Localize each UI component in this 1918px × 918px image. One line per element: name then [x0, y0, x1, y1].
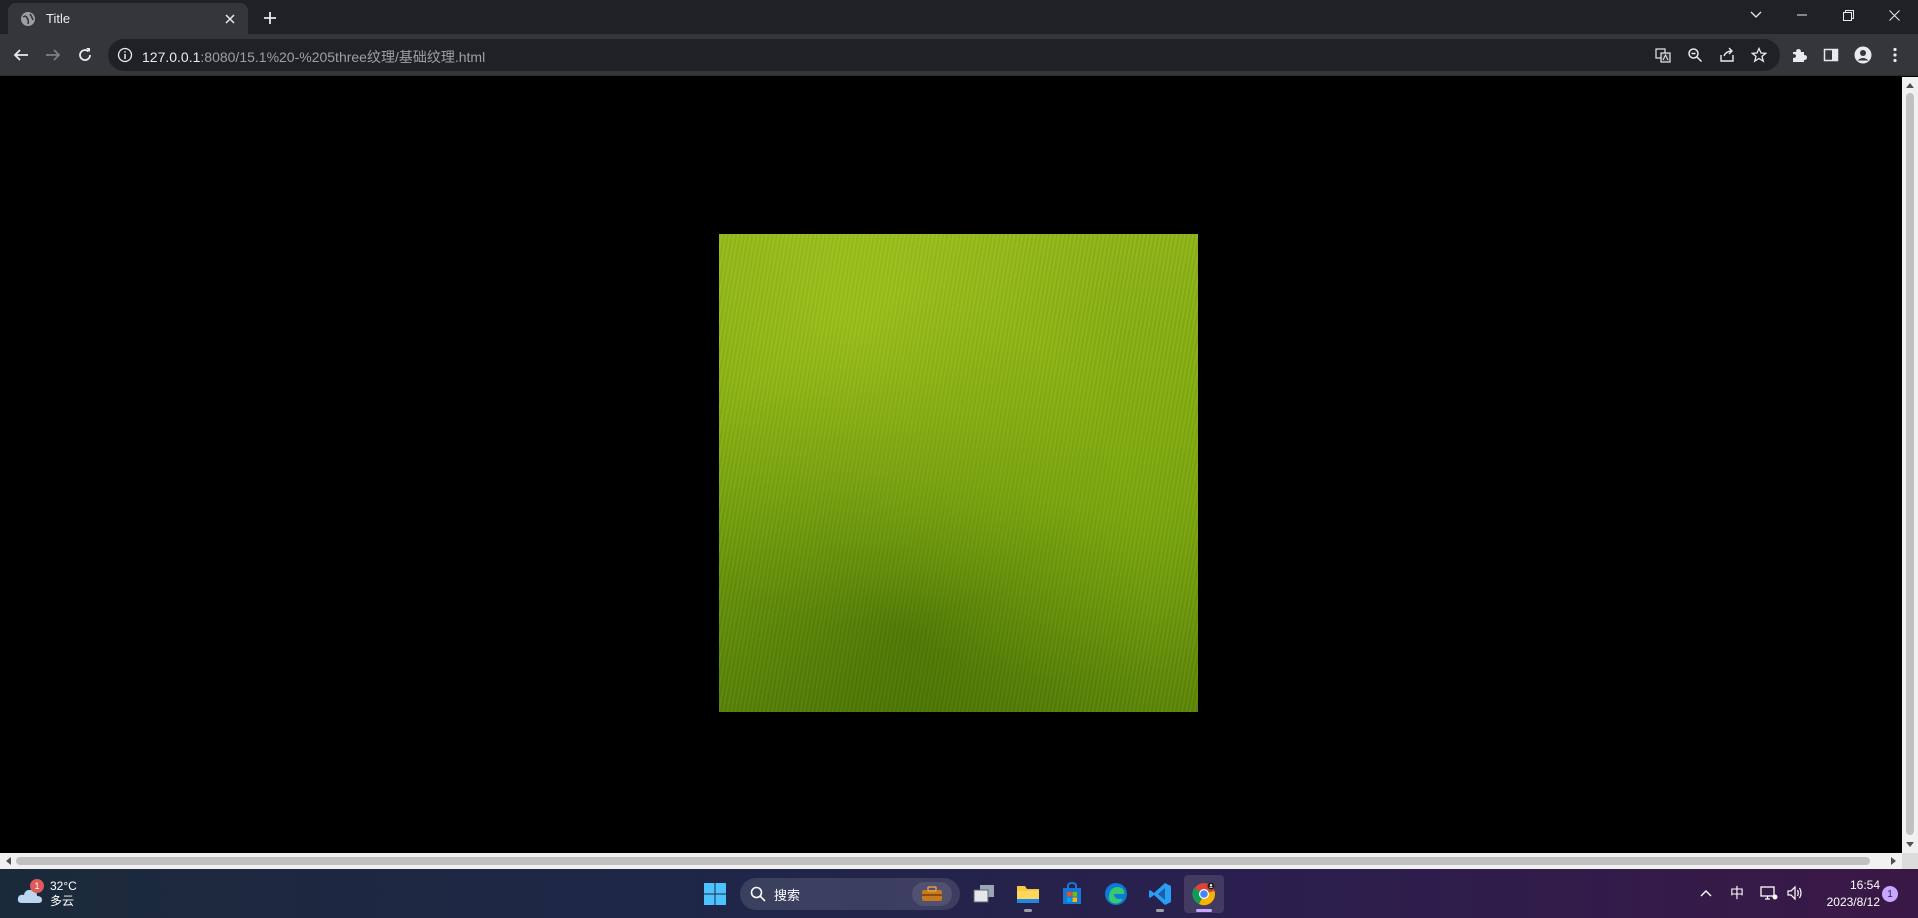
- arrow-left-icon: [13, 49, 28, 61]
- start-button[interactable]: [695, 875, 735, 913]
- bookmark-star-icon[interactable]: [1750, 46, 1768, 64]
- chrome-browser-icon: [1192, 882, 1215, 906]
- tab-search-button[interactable]: [1733, 0, 1779, 30]
- forward-button[interactable]: [39, 41, 67, 69]
- vscode-button[interactable]: [1140, 875, 1180, 913]
- task-view-icon: [973, 885, 994, 903]
- chevron-up-icon: [1700, 890, 1712, 897]
- edge-browser-icon: [1105, 883, 1127, 905]
- vertical-scroll-thumb[interactable]: [1906, 93, 1914, 835]
- running-indicator: [1024, 909, 1032, 912]
- folder-icon: [1017, 886, 1039, 903]
- extensions-puzzle-icon[interactable]: [1787, 43, 1811, 67]
- globe-icon: [21, 11, 35, 26]
- grass-texture-plane: [719, 234, 1198, 712]
- cloud-icon: 1: [16, 879, 46, 909]
- vscode-icon: [1149, 883, 1171, 905]
- page-viewport: [0, 77, 1902, 853]
- search-icon: [750, 886, 766, 902]
- menu-kebab-icon[interactable]: [1883, 43, 1907, 67]
- url-path: :8080/15.1%20-%205three纹理/基础纹理.html: [200, 49, 486, 65]
- tab-title-page[interactable]: Title: [8, 3, 248, 34]
- tab-close-icon[interactable]: [220, 9, 240, 29]
- weather-desc: 多云: [50, 894, 75, 908]
- file-explorer-button[interactable]: [1008, 875, 1048, 913]
- side-panel-icon[interactable]: [1819, 43, 1843, 67]
- scroll-down-icon[interactable]: [1902, 837, 1918, 853]
- running-indicator: [1156, 909, 1164, 912]
- chrome-button[interactable]: [1184, 875, 1224, 913]
- reload-button[interactable]: [71, 41, 99, 69]
- chevron-down-icon: [1750, 11, 1762, 18]
- weather-temp: 32°C: [50, 879, 77, 893]
- horizontal-scroll-thumb[interactable]: [16, 857, 1870, 865]
- zoom-icon[interactable]: [1686, 46, 1704, 64]
- show-hidden-icons-button[interactable]: [1696, 881, 1716, 905]
- minimize-button[interactable]: [1779, 0, 1825, 30]
- minimize-icon: [1797, 14, 1807, 16]
- share-icon[interactable]: [1718, 46, 1736, 64]
- address-bar[interactable]: 127.0.0.1:8080/15.1%20-%205three纹理/基础纹理.…: [108, 39, 1780, 71]
- ime-indicator[interactable]: 中: [1726, 881, 1748, 905]
- restore-button[interactable]: [1825, 0, 1871, 30]
- close-window-button[interactable]: [1871, 0, 1917, 30]
- profile-avatar-icon[interactable]: [1851, 43, 1875, 67]
- url-host: 127.0.0.1: [142, 49, 201, 65]
- horizontal-scrollbar[interactable]: [0, 853, 1902, 869]
- notification-badge[interactable]: 1: [1882, 886, 1898, 902]
- taskbar-search[interactable]: 搜索: [740, 878, 960, 910]
- close-icon: [1888, 9, 1900, 21]
- store-bag-icon: [1063, 882, 1081, 904]
- search-label: 搜索: [774, 887, 801, 903]
- volume-icon[interactable]: [1784, 881, 1806, 905]
- reload-icon: [79, 48, 91, 61]
- system-clock[interactable]: 16:54 2023/8/12: [1812, 877, 1880, 911]
- new-tab-button[interactable]: [258, 6, 282, 30]
- arrow-right-icon: [46, 49, 61, 61]
- running-indicator: [1196, 909, 1212, 912]
- edge-button[interactable]: [1096, 875, 1136, 913]
- url-text[interactable]: 127.0.0.1:8080/15.1%20-%205three纹理/基础纹理.…: [142, 47, 485, 67]
- clock-time: 16:54: [1849, 878, 1880, 892]
- scrollbar-corner: [1902, 853, 1918, 869]
- plus-icon: [264, 12, 276, 24]
- info-icon[interactable]: [117, 47, 133, 63]
- tab-strip: Title: [0, 0, 1918, 34]
- vertical-scrollbar[interactable]: [1902, 77, 1918, 853]
- weather-badge: 1: [30, 879, 44, 893]
- back-button[interactable]: [7, 41, 35, 69]
- store-button[interactable]: [1052, 875, 1092, 913]
- desktop: Title 127.0.0.1:8080/15.1%20-%205three纹理…: [0, 0, 1918, 918]
- task-view-button[interactable]: [964, 875, 1004, 913]
- scroll-up-icon[interactable]: [1902, 77, 1918, 93]
- network-icon[interactable]: [1758, 881, 1780, 905]
- translate-icon[interactable]: [1654, 46, 1672, 64]
- weather-widget[interactable]: 1 32°C 多云: [16, 875, 77, 913]
- taskbar: 1 32°C 多云 搜索 中 16:54 2023/8/12 1: [0, 869, 1918, 918]
- windows-logo-icon: [704, 883, 726, 905]
- tab-title: Title: [46, 11, 71, 26]
- scroll-left-icon[interactable]: [0, 853, 16, 869]
- scroll-right-icon[interactable]: [1886, 853, 1902, 869]
- search-highlight-icon: [912, 882, 952, 906]
- clock-date: 2023/8/12: [1826, 895, 1880, 909]
- browser-toolbar: 127.0.0.1:8080/15.1%20-%205three纹理/基础纹理.…: [0, 34, 1918, 76]
- restore-icon: [1842, 9, 1854, 21]
